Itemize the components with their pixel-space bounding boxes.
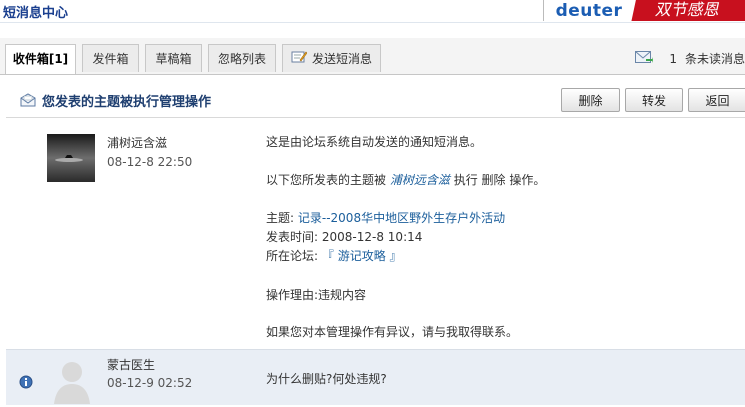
info-icon	[19, 375, 33, 392]
post-line-action: 以下您所发表的主题被 浦树远含滋 执行 删除 操作。	[266, 171, 545, 190]
post-line-intro: 这是由论坛系统自动发送的通知短消息。	[266, 135, 483, 149]
tab-bar: 收件箱[1] 发件箱 草稿箱 忽略列表 发送短消息 1 条未读消息	[0, 38, 745, 75]
action-suffix: 操作。	[509, 173, 546, 187]
top-bar: 短消息中心 deuter 双节感恩	[0, 0, 745, 23]
back-button[interactable]: 返回	[688, 88, 745, 112]
message-header: 您发表的主题被执行管理操作 删除 转发 返回	[6, 87, 745, 118]
new-mail-icon	[635, 50, 654, 67]
tab-drafts[interactable]: 草稿箱	[145, 44, 202, 72]
post-line-posttime: 发表时间: 2008-12-8 10:14	[266, 228, 422, 247]
post-text: 为什么删贴?何处违规?	[266, 372, 387, 386]
message-post: 浦树远含滋 08-12-8 22:50 这是由论坛系统自动发送的通知短消息。 以…	[6, 120, 745, 348]
tab-drafts-label: 草稿箱	[155, 52, 192, 66]
unread-indicator[interactable]: 1 条未读消息	[635, 50, 745, 67]
unread-label: 条未读消息	[684, 52, 745, 66]
action-user-link[interactable]: 浦树远含滋	[390, 173, 450, 187]
action-op: 删除	[481, 173, 506, 187]
ad-brand: deuter	[544, 0, 634, 21]
ad-banner[interactable]: deuter 双节感恩	[543, 0, 745, 21]
delete-button[interactable]: 删除	[561, 88, 620, 112]
unread-count: 1	[669, 52, 677, 66]
post-line-footer: 如果您对本管理操作有异议，请与我取得联系。	[266, 325, 519, 339]
post-line-reason: 操作理由:违规内容	[266, 286, 366, 305]
page-title: 短消息中心	[3, 6, 69, 21]
forum-link[interactable]: 『 游记攻略 』	[322, 249, 402, 263]
tab-inbox-label: 收件箱[1]	[12, 52, 69, 66]
post-line-forum: 所在论坛: 『 游记攻略 』	[266, 247, 402, 266]
tab-ignore-list-label: 忽略列表	[217, 52, 266, 66]
message-subject: 您发表的主题被执行管理操作	[20, 91, 212, 111]
compose-icon	[291, 46, 308, 74]
forward-button[interactable]: 转发	[625, 88, 683, 112]
post-time: 08-12-8 22:50	[107, 155, 193, 169]
envelope-icon	[20, 93, 36, 111]
tab-outbox-label: 发件箱	[92, 52, 129, 66]
forum-label: 所在论坛:	[266, 249, 319, 263]
avatar[interactable]	[48, 356, 96, 404]
reason-label: 操作理由:	[266, 288, 319, 302]
avatar[interactable]	[47, 134, 95, 182]
action-mid: 执行	[453, 173, 478, 187]
message-post: 蒙古医生 08-12-9 02:52 为什么删贴?何处违规?	[6, 349, 745, 405]
reason-value: 违规内容	[318, 288, 367, 302]
tab-ignore-list[interactable]: 忽略列表	[208, 44, 276, 72]
topic-link[interactable]: 记录--2008华中地区野外生存户外活动	[298, 211, 505, 225]
tab-inbox[interactable]: 收件箱[1]	[5, 44, 76, 74]
posttime-label: 发表时间:	[266, 230, 319, 244]
tab-send-message-label: 发送短消息	[311, 52, 372, 66]
tab-send-message[interactable]: 发送短消息	[282, 44, 381, 72]
posttime-value: 2008-12-8 10:14	[321, 230, 423, 244]
action-prefix: 以下您所发表的主题被	[266, 173, 387, 187]
post-time: 08-12-9 02:52	[107, 376, 193, 390]
ad-slogan: 双节感恩	[631, 0, 745, 21]
topic-label: 主题:	[266, 211, 295, 225]
tab-outbox[interactable]: 发件箱	[82, 44, 139, 72]
post-author[interactable]: 浦树远含滋	[107, 134, 167, 151]
message-subject-text: 您发表的主题被执行管理操作	[42, 95, 212, 110]
post-line-topic: 主题: 记录--2008华中地区野外生存户外活动	[266, 209, 505, 228]
post-author[interactable]: 蒙古医生	[107, 356, 155, 373]
